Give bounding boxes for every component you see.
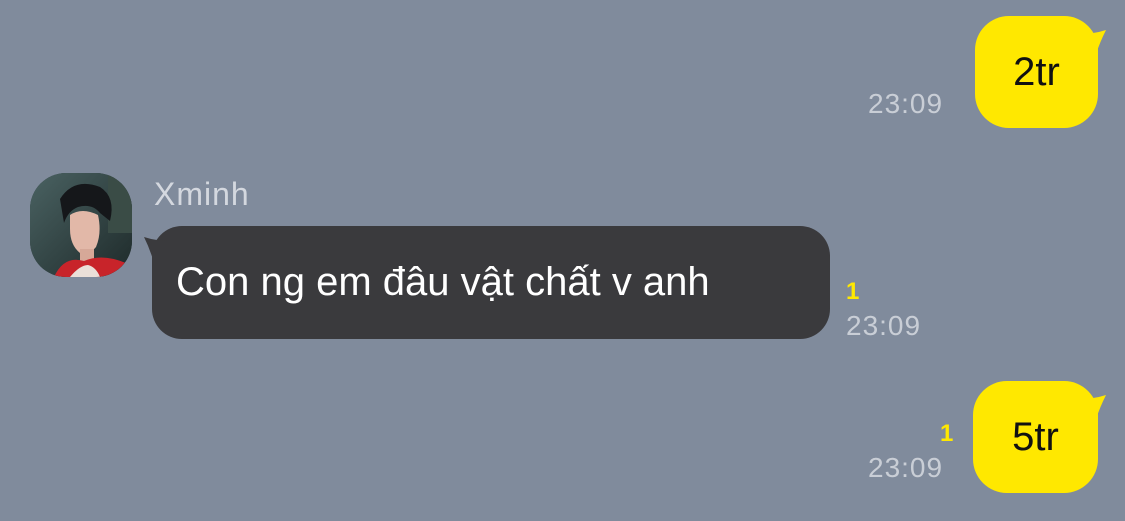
- sender-name: Xminh: [154, 176, 250, 212]
- bubble-tail: [144, 228, 172, 263]
- outgoing-message-bubble[interactable]: 5tr: [973, 381, 1106, 493]
- bubble-tail: [1078, 30, 1106, 54]
- incoming-message-bubble[interactable]: Con ng em đâu vật chất v anh: [144, 226, 830, 339]
- unread-count: 1: [846, 278, 860, 305]
- bubble-tail: [1078, 395, 1106, 419]
- message-text: 2tr: [1013, 49, 1060, 94]
- message-text: Con ng em đâu vật chất v anh: [176, 260, 710, 304]
- message-time: 23:09: [868, 88, 944, 119]
- chat-view: 23:09 2tr Xminh Con ng em đâu vật chất v…: [0, 0, 1125, 521]
- sender-avatar[interactable]: [30, 173, 132, 277]
- outgoing-message-bubble[interactable]: 2tr: [975, 16, 1106, 128]
- message-text: 5tr: [1012, 414, 1059, 459]
- message-time: 23:09: [846, 310, 922, 341]
- unread-count: 1: [940, 420, 954, 447]
- message-time: 23:09: [868, 452, 944, 483]
